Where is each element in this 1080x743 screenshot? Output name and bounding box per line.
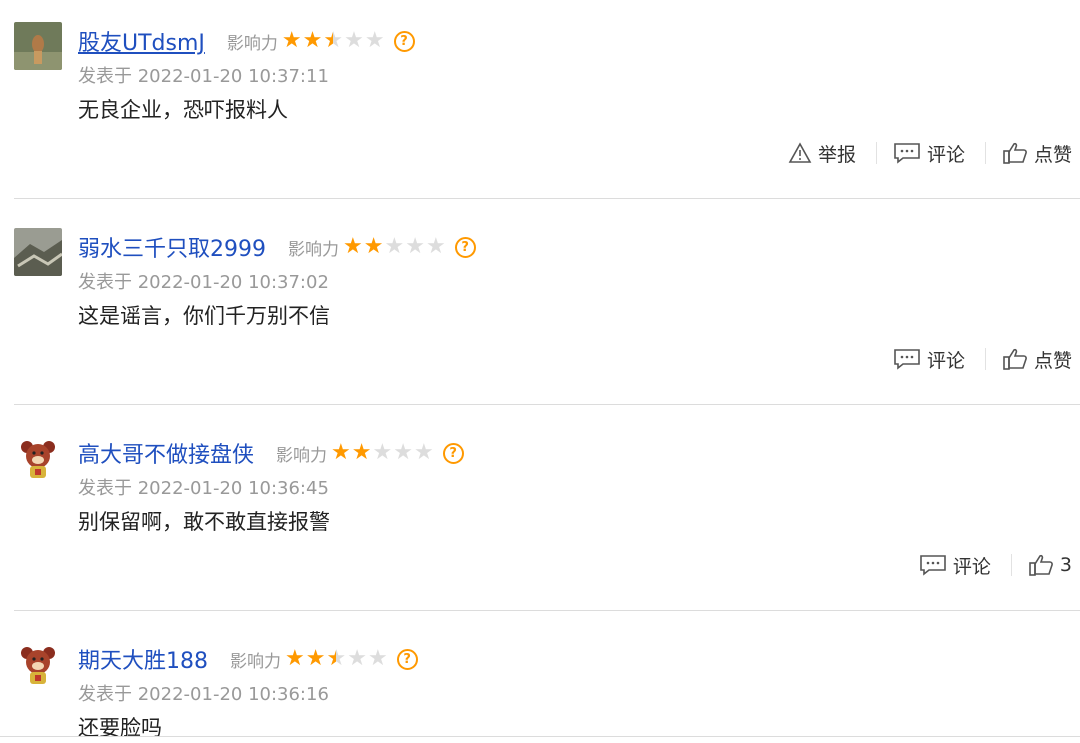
report-button[interactable]: 举报 [788,140,856,167]
star-icon: ★ [305,646,326,671]
publish-timestamp: 2022-01-20 10:37:11 [137,66,329,87]
avatar[interactable] [14,434,62,482]
report-label: 举报 [817,143,856,166]
star-icon: ★ [302,28,323,53]
help-icon[interactable]: ? [393,30,415,52]
star-empty-icon: ★ [393,440,413,465]
comment-divider [14,610,1080,611]
avatar[interactable] [14,640,62,688]
help-icon[interactable]: ? [396,648,418,670]
star-icon: ★ [343,234,363,259]
published-prefix: 发表于 [78,272,132,293]
thumbs-up-icon [1003,142,1027,164]
published-prefix: 发表于 [78,66,132,87]
comment-button[interactable]: 评论 [919,552,991,579]
comment-button[interactable]: 评论 [893,346,965,373]
publish-timestamp: 2022-01-20 10:37:02 [137,272,329,293]
comment-divider [14,404,1080,405]
published-prefix: 发表于 [78,478,132,499]
influence-label: 影响力 [226,33,278,54]
comment-label: 评论 [926,349,965,372]
published-prefix: 发表于 [78,684,132,705]
like-button[interactable]: 3 [1028,553,1072,577]
influence-label: 影响力 [230,651,281,672]
help-icon[interactable]: ? [442,442,464,464]
influence-stars: ★ ★ ★ ★ ★ [343,236,447,258]
star-half-icon: ★ [323,28,344,53]
bottom-divider [0,736,1080,737]
star-empty-icon: ★ [425,234,446,259]
like-button[interactable]: 点赞 [1002,140,1072,167]
star-empty-icon: ★ [405,234,425,259]
comment-text: 还要脸吗 [78,716,162,740]
star-empty-icon: ★ [384,234,405,259]
thumbs-up-icon [1029,554,1053,576]
comment-icon [894,143,920,164]
star-icon: ★ [351,440,372,465]
star-empty-icon: ★ [413,440,434,465]
star-icon: ★ [285,646,305,671]
username-link[interactable]: 股友UTdsmJ [78,25,205,57]
divider [1010,554,1012,576]
comment-text: 无良企业，恐吓报料人 [78,98,288,122]
comment-icon [920,555,946,576]
publish-time: 发表于 2022-01-20 10:37:02 [78,268,329,294]
publish-timestamp: 2022-01-20 10:36:16 [137,684,329,705]
comment-icon [894,349,920,370]
star-half-icon: ★ [326,646,347,671]
publish-time: 发表于 2022-01-20 10:36:16 [78,680,329,706]
publish-time: 发表于 2022-01-20 10:36:45 [78,474,329,500]
star-empty-icon: ★ [344,28,364,53]
comment-button[interactable]: 评论 [893,140,965,167]
username-link[interactable]: 高大哥不做接盘侠 [78,437,254,469]
comment-text: 这是谣言，你们千万别不信 [78,304,330,328]
comment-label: 评论 [926,143,965,166]
comment-actions: 评论 3 [919,550,1072,580]
comment-label: 评论 [952,555,991,578]
warning-icon [788,142,812,163]
influence-stars: ★ ★ ★ ★ ★ [282,30,386,52]
influence-stars: ★ ★ ★ ★ ★ [285,648,389,670]
avatar[interactable] [14,228,62,276]
username-link[interactable]: 期天大胜188 [78,643,208,675]
like-count: 3 [1059,554,1072,576]
comment-text: 别保留啊，敢不敢直接报警 [78,510,330,534]
comment-divider [14,198,1080,199]
star-empty-icon: ★ [364,28,385,53]
username-link[interactable]: 弱水三千只取2999 [78,231,266,263]
comment-list: 股友UTdsmJ 影响力 ★ ★ ★ ★ ★ ? 发表于 2022-01-20 10:3… [0,0,1080,743]
influence-stars: ★ ★ ★ ★ ★ [331,442,435,464]
star-empty-icon: ★ [372,440,393,465]
divider [984,142,986,164]
star-icon: ★ [331,440,351,465]
divider [984,348,986,370]
publish-time: 发表于 2022-01-20 10:37:11 [78,62,329,88]
divider [875,142,877,164]
help-icon[interactable]: ? [454,236,476,258]
influence-label: 影响力 [288,239,339,260]
avatar[interactable] [14,22,62,70]
star-icon: ★ [363,234,384,259]
star-icon: ★ [281,28,302,53]
like-label: 点赞 [1033,349,1072,372]
star-empty-icon: ★ [347,646,367,671]
like-label: 点赞 [1033,143,1072,166]
publish-timestamp: 2022-01-20 10:36:45 [137,478,329,499]
like-button[interactable]: 点赞 [1002,346,1072,373]
comment-actions: 评论 点赞 [893,344,1072,374]
thumbs-up-icon [1003,348,1027,370]
comment-actions: 举报 评论 点赞 [788,138,1072,168]
star-empty-icon: ★ [367,646,388,671]
influence-label: 影响力 [276,445,328,466]
